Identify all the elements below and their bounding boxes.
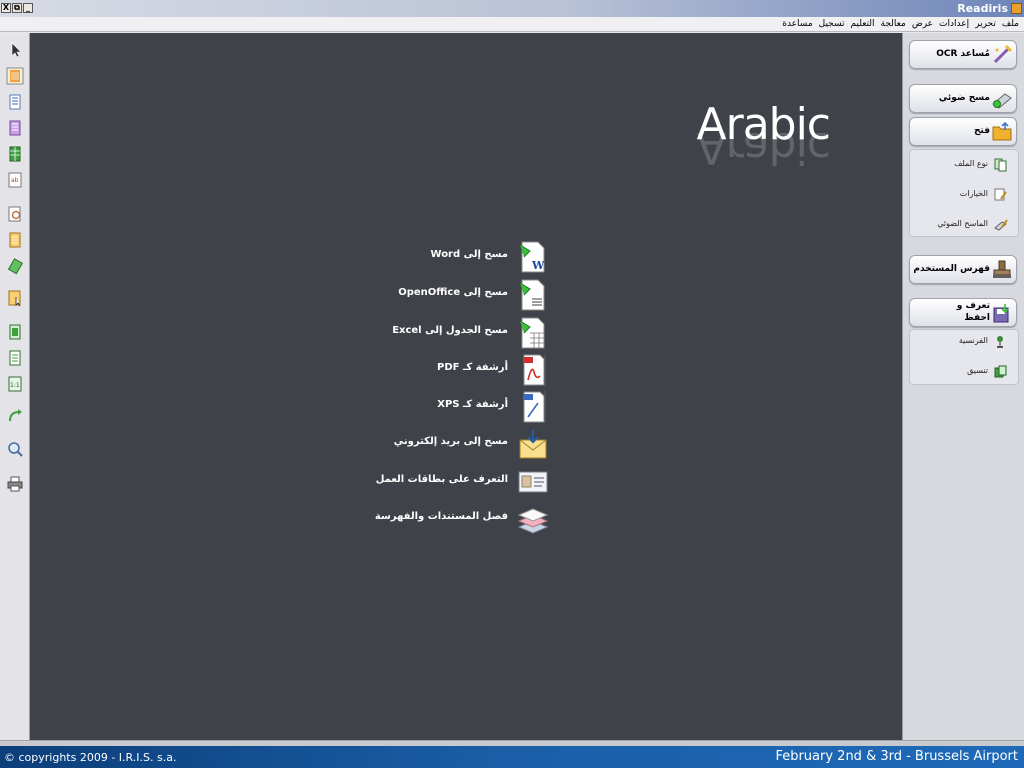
options-label: الخيارات [959,189,988,198]
rotate-icon[interactable] [6,407,24,425]
recognize-save-label-line1: تعرف و [956,301,990,311]
scanner-settings-icon [994,219,1008,231]
open-options-group: نوع الملف الخيارات الماسح الضوئي [909,149,1019,237]
action-label: فصل المستندات والفهرسة [374,511,508,522]
scanner-settings-label: الماسح الضوئي [937,219,988,228]
language-label: الفرنسية [958,336,988,345]
menu-help[interactable]: مساعدة [779,17,815,31]
action-label: مسح إلى OpenOffice [398,287,508,298]
menu-process[interactable]: معالجة [878,17,909,31]
action-label: أرشفة كـ XPS [437,399,508,410]
file-type-item[interactable]: نوع الملف [910,156,1018,174]
pointer-icon[interactable] [6,41,24,59]
menu-view[interactable]: عرض [909,17,936,31]
zoom-one-to-one-icon[interactable]: 1:1 [6,375,24,393]
restore-button[interactable]: ⧉ [12,3,22,13]
file-type-icon [994,158,1007,172]
business-card-recognition-button[interactable]: التعرف على بطاقات العمل [376,464,550,500]
scanner-settings-item[interactable]: الماسح الضوئي [910,216,1018,234]
user-dictionary-label: قهرس المستخدم [913,264,990,274]
word-document-icon: W [519,241,545,273]
copyright-text: © copyrights 2009 - I.R.I.S. s.a. [4,751,177,764]
magnifier-icon[interactable] [6,441,24,459]
document-separation-indexing-button[interactable]: فصل المستندات والفهرسة [375,501,550,537]
action-label: مسح إلى Word [430,249,508,260]
menu-file[interactable]: ملف [999,17,1022,31]
select-zone-icon[interactable] [6,289,24,307]
workspace: Arabic Arabic مسح إلى Word W مسح إلى Ope… [30,33,902,740]
text-recognition-icon[interactable]: ab [6,171,24,189]
minimize-button[interactable]: _ [23,3,33,13]
globe-flag-icon [997,336,1003,348]
event-text: February 2nd & 3rd - Brussels Airport [775,749,1018,764]
scan-label: مسح ضوئي [938,93,990,103]
page-yellow-icon[interactable] [6,231,24,249]
action-label: مسح إلى بريد إلكتروني [393,436,508,447]
menu-register[interactable]: تسجيل [816,17,848,31]
close-button[interactable]: X [1,3,11,13]
language-title-reflection: Arabic [696,133,831,169]
file-type-label: نوع الملف [954,159,988,168]
svg-text:1:1: 1:1 [10,382,20,389]
action-label: مسح الجدول إلى Excel [392,325,508,336]
zone-text-icon[interactable] [6,349,24,367]
xps-archive-icon [523,391,546,423]
rotate-page-icon[interactable] [6,257,24,275]
right-panel: مُساعد OCR مسح ضوئي فتح نوع الملف الخيار… [902,33,1024,740]
app-title: Readiris [957,2,1008,15]
title-bar: X ⧉ _ Readiris [0,0,1024,17]
scan-to-word-button[interactable]: مسح إلى Word W [390,239,550,275]
recognize-save-button[interactable]: تعرف و احفظ [909,298,1017,327]
menu-learning[interactable]: التعليم [848,17,878,31]
menu-edit[interactable]: تحرير [972,17,999,31]
footer-banner: © copyrights 2009 - I.R.I.S. s.a. Februa… [0,746,1024,768]
page-purple-icon[interactable] [6,119,24,137]
stamp-icon [993,260,1011,278]
svg-text:ab: ab [11,177,19,184]
options-wrench-icon [994,188,1007,201]
menu-bar: ملف تحرير إعدادات عرض معالجة التعليم تسج… [0,17,1024,32]
action-label: أرشفة كـ PDF [437,362,508,373]
open-button[interactable]: فتح [909,117,1017,146]
page-blue-icon[interactable] [6,93,24,111]
options-item[interactable]: الخيارات [910,186,1018,204]
ocr-wizard-label: مُساعد OCR [936,49,990,59]
scan-button[interactable]: مسح ضوئي [909,84,1017,113]
openoffice-document-icon [519,279,545,311]
table-green-icon[interactable] [6,145,24,163]
archive-as-xps-button[interactable]: أرشفة كـ XPS [390,389,550,425]
window-controls: X ⧉ _ [1,3,33,13]
user-dictionary-button[interactable]: قهرس المستخدم [909,255,1017,284]
save-disk-icon [993,304,1009,323]
action-label: التعرف على بطاقات العمل [375,474,508,485]
magic-wand-icon [993,44,1013,64]
scan-to-openoffice-button[interactable]: مسح إلى OpenOffice [390,277,550,313]
language-french-item[interactable]: الفرنسية [910,333,1018,351]
open-label: فتح [973,126,990,136]
excel-spreadsheet-icon [519,317,545,349]
business-card-icon [518,471,548,493]
page-orange-icon[interactable] [6,67,24,85]
print-icon[interactable] [6,475,24,493]
format-icon [994,365,1007,378]
format-item[interactable]: تنسيق [910,363,1018,381]
left-toolbar: ab 1:1 [0,33,30,740]
menu-settings[interactable]: إعدادات [936,17,972,31]
format-label: تنسيق [967,366,988,375]
recognition-options-group: الفرنسية تنسيق [909,329,1019,385]
open-folder-icon [992,121,1012,141]
scan-to-email-button[interactable]: مسح إلى بريد إلكتروني [390,426,550,462]
document-stack-icon [517,508,549,534]
pdf-archive-icon [523,354,546,386]
ocr-wizard-button[interactable]: مُساعد OCR [909,40,1017,69]
email-envelope-icon [519,430,547,459]
scan-table-to-excel-button[interactable]: مسح الجدول إلى Excel [390,315,550,351]
archive-as-pdf-button[interactable]: أرشفة كـ PDF [390,352,550,388]
svg-text:W: W [531,259,545,272]
app-logo-icon [1011,3,1022,14]
scanner-icon [992,93,1012,109]
zone-green-icon[interactable] [6,323,24,341]
recognize-save-label-line2: احفظ [964,313,990,323]
zoom-page-icon[interactable] [6,205,24,223]
